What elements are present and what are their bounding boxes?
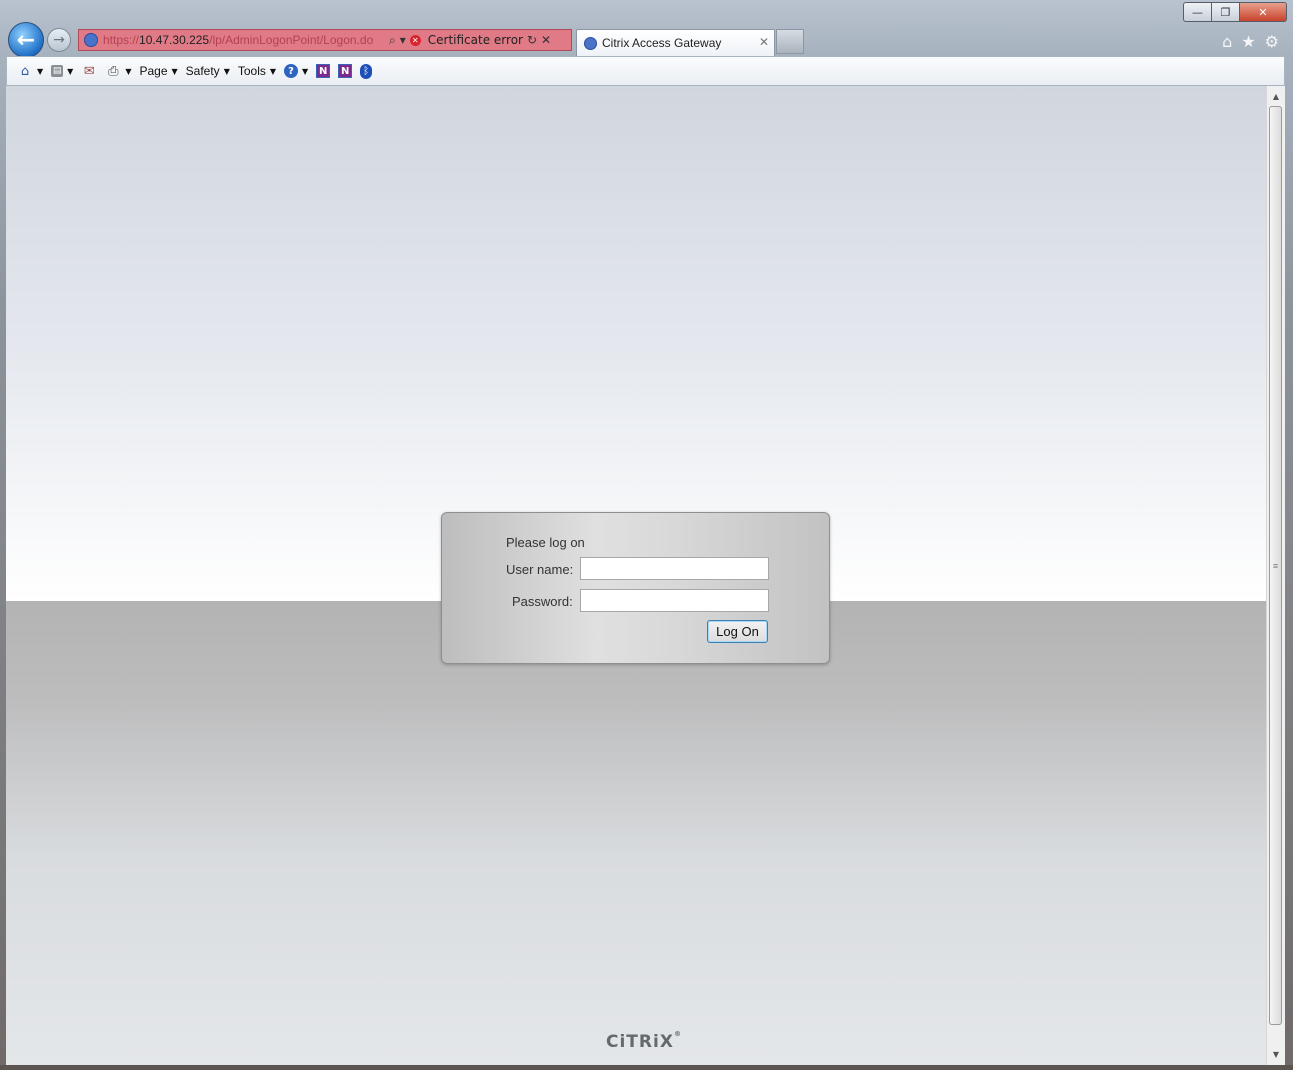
print-button[interactable]: ⎙ ▼ xyxy=(105,63,131,79)
log-on-button[interactable]: Log On xyxy=(707,620,768,643)
back-arrow-icon: ← xyxy=(16,27,36,53)
forward-arrow-icon: → xyxy=(53,32,65,48)
chevron-down-icon: ▼ xyxy=(269,66,277,76)
chevron-down-icon[interactable]: ▼ xyxy=(125,67,131,76)
send-to-onenote-button[interactable]: N xyxy=(316,64,331,78)
read-mail-button[interactable]: ✉ xyxy=(81,63,97,79)
citrix-logo-text: CiTRiX xyxy=(606,1032,674,1052)
window-controls: — ❐ ✕ xyxy=(1183,2,1287,22)
chevron-down-icon[interactable]: ▼ xyxy=(67,67,73,76)
browser-window: — ❐ ✕ ← → https://10.47.30.225/lp/AdminL… xyxy=(0,0,1293,1070)
grip-icon: ≡ xyxy=(1272,560,1279,571)
tab-citrix-access-gateway[interactable]: Citrix Access Gateway ✕ xyxy=(576,29,775,56)
window-bottom-border xyxy=(0,1065,1293,1070)
tab-favicon-icon xyxy=(584,36,597,50)
forward-button[interactable]: → xyxy=(47,28,71,52)
help-icon: ? xyxy=(284,64,299,78)
page-menu-label: Page xyxy=(139,64,168,78)
address-bar[interactable]: https://10.47.30.225/lp/AdminLogonPoint/… xyxy=(78,29,572,51)
command-bar: ⌂ ▼ ▤ ▼ ✉ ⎙ ▼ Page ▼ Safety ▼ Tools ▼ ? … xyxy=(6,56,1285,86)
minimize-button[interactable]: — xyxy=(1183,2,1212,22)
tab-close-icon[interactable]: ✕ xyxy=(759,35,769,49)
home-icon: ⌂ xyxy=(20,63,30,79)
address-dropdown-icon[interactable]: ▾ xyxy=(400,33,406,47)
new-tab-button[interactable] xyxy=(776,29,804,54)
onenote-icon: N xyxy=(338,64,353,78)
address-bar-icons: ⌕ ▾ ✕ Certificate error ↻ ✕ xyxy=(389,33,551,48)
printer-icon: ⎙ xyxy=(108,63,119,79)
chevron-down-icon: ▼ xyxy=(171,66,178,76)
vertical-scrollbar[interactable]: ▲ ≡ ▼ xyxy=(1266,86,1285,1065)
title-bar: — ❐ ✕ ← → https://10.47.30.225/lp/AdminL… xyxy=(0,0,1293,58)
gear-icon[interactable]: ⚙ xyxy=(1265,32,1279,51)
feeds-button[interactable]: ▤ ▼ xyxy=(51,65,73,77)
scroll-up-icon[interactable]: ▲ xyxy=(1267,88,1285,105)
tab-title: Citrix Access Gateway xyxy=(602,36,722,50)
mail-icon: ✉ xyxy=(83,63,95,79)
certificate-error-label[interactable]: Certificate error xyxy=(428,33,523,47)
page-background-lower xyxy=(6,601,1266,1065)
logon-title: Please log on xyxy=(506,535,585,550)
chevron-down-icon: ▼ xyxy=(302,66,309,76)
rss-feed-icon: ▤ xyxy=(51,65,64,77)
stop-icon[interactable]: ✕ xyxy=(541,33,551,47)
username-input[interactable] xyxy=(580,557,769,580)
safety-menu[interactable]: Safety ▼ xyxy=(186,64,230,78)
search-icon[interactable]: ⌕ xyxy=(389,33,396,48)
onenote-send-icon: N xyxy=(316,64,331,78)
favorites-star-icon[interactable]: ★ xyxy=(1241,32,1255,51)
home-icon[interactable]: ⌂ xyxy=(1222,32,1232,51)
password-input[interactable] xyxy=(580,589,769,612)
scrollbar-thumb[interactable]: ≡ xyxy=(1269,106,1282,1025)
url-scheme: https:// xyxy=(103,33,140,47)
safety-menu-label: Safety xyxy=(185,64,220,78)
close-window-button[interactable]: ✕ xyxy=(1240,2,1287,22)
url-host: 10.47.30.225 xyxy=(139,33,210,47)
help-menu[interactable]: ? ▼ xyxy=(284,64,308,78)
page-menu[interactable]: Page ▼ xyxy=(139,64,177,78)
scroll-down-icon[interactable]: ▼ xyxy=(1267,1046,1285,1063)
logon-panel: Please log on User name: Password: Log O… xyxy=(441,512,830,664)
restore-button[interactable]: ❐ xyxy=(1212,2,1240,22)
home-button[interactable]: ⌂ ▼ xyxy=(17,63,43,79)
chevron-down-icon[interactable]: ▼ xyxy=(37,67,43,76)
password-label: Password: xyxy=(512,594,573,609)
bluetooth-button[interactable]: ᛒ xyxy=(360,63,373,79)
refresh-icon[interactable]: ↻ xyxy=(527,33,537,47)
citrix-logo: CiTRiX® xyxy=(606,1030,682,1052)
tools-menu-label: Tools xyxy=(237,64,266,78)
page-content: Please log on User name: Password: Log O… xyxy=(6,86,1266,1065)
certificate-error-icon[interactable]: ✕ xyxy=(409,34,421,46)
tools-menu[interactable]: Tools ▼ xyxy=(238,64,276,78)
back-button[interactable]: ← xyxy=(8,22,44,58)
registered-mark: ® xyxy=(673,1030,682,1038)
onenote-button[interactable]: N xyxy=(338,64,353,78)
address-url[interactable]: https://10.47.30.225/lp/AdminLogonPoint/… xyxy=(103,33,383,47)
browser-right-icons: ⌂ ★ ⚙ xyxy=(1222,32,1279,51)
url-path: /lp/AdminLogonPoint/Logon.do xyxy=(209,33,374,47)
bluetooth-icon: ᛒ xyxy=(360,63,373,79)
chevron-down-icon: ▼ xyxy=(223,66,230,76)
site-lock-icon xyxy=(84,33,98,47)
username-label: User name: xyxy=(506,562,574,577)
